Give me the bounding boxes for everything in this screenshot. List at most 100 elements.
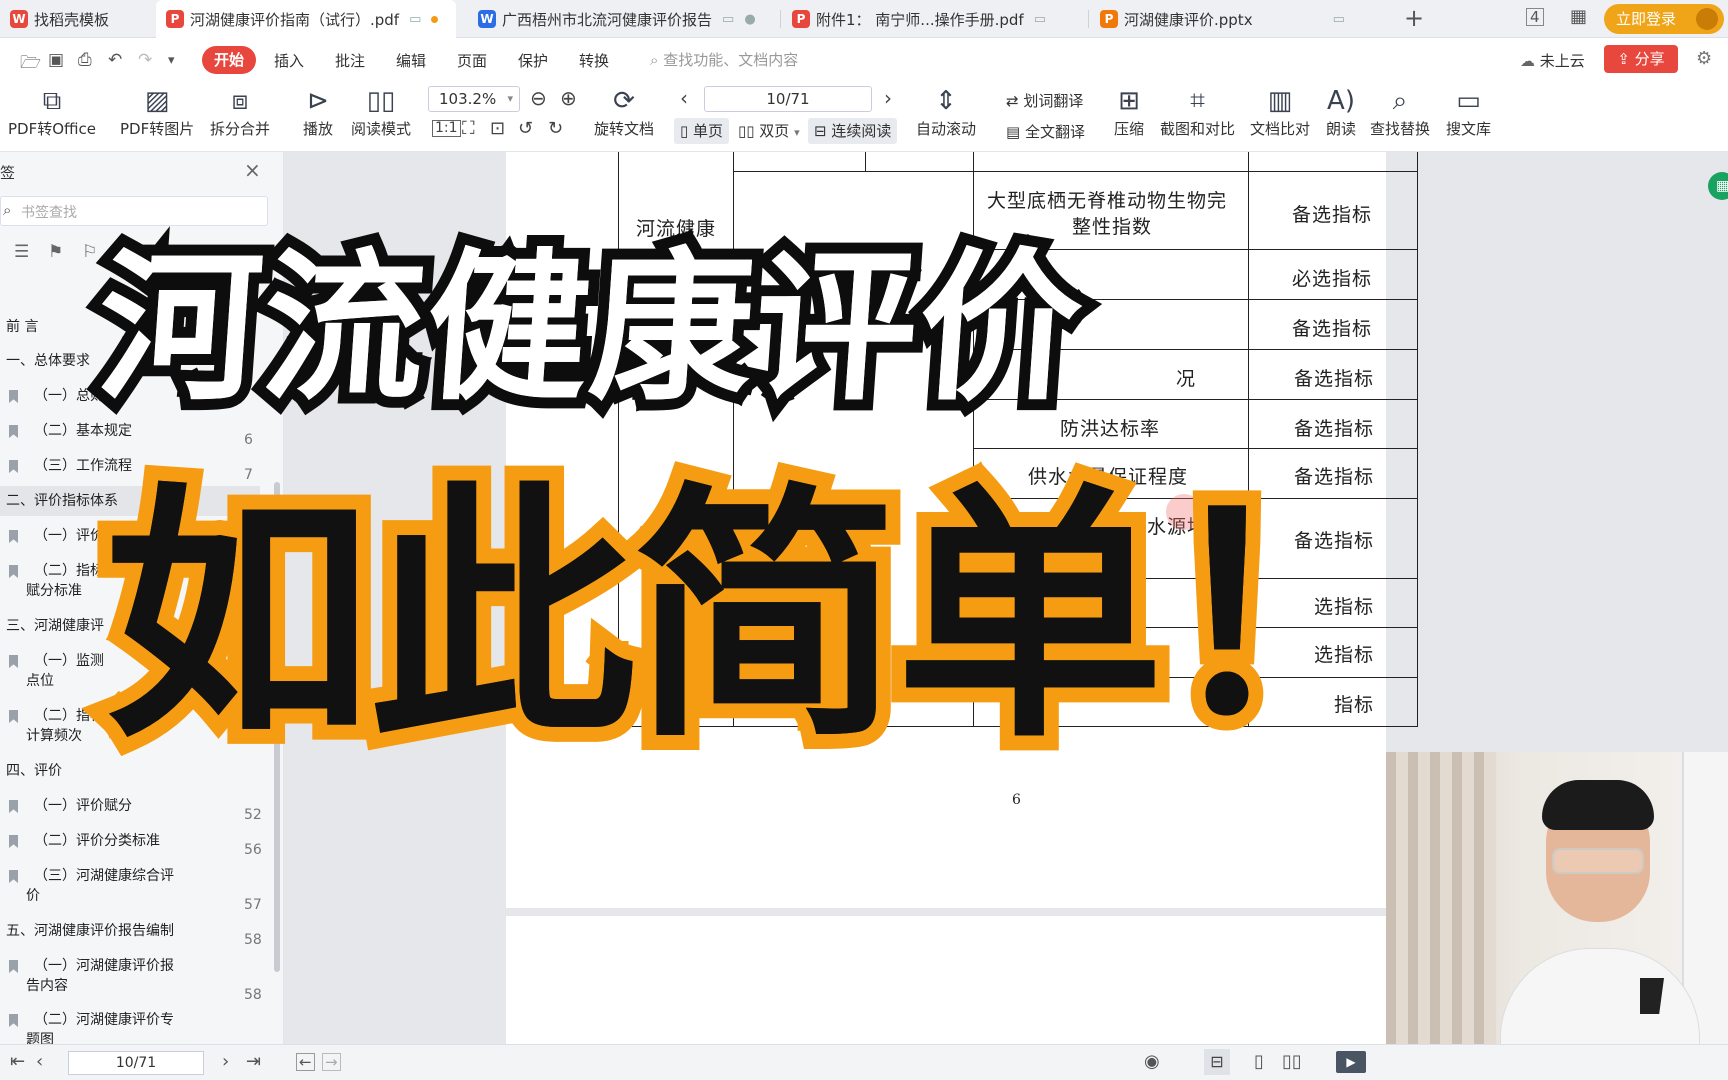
library-icon: ▭ [1456, 86, 1481, 116]
zoom-out-icon[interactable]: ⊖ [530, 86, 547, 110]
split-merge-button[interactable]: ⧈ 拆分合并 [210, 84, 270, 139]
play-icon[interactable]: ▶ [1336, 1051, 1366, 1073]
bookmark-item[interactable]: （二）指标 [34, 562, 104, 581]
window-count-icon[interactable]: 4 [1526, 8, 1544, 26]
open-folder-icon[interactable]: 🗁 [20, 50, 41, 79]
search-function[interactable]: ⌕ 查找功能、文档内容 [650, 49, 798, 70]
bookmark-item-line2[interactable]: 计算频次 [26, 727, 82, 746]
bookmark-add-icon[interactable]: ⚑ [48, 242, 63, 262]
menu-protect[interactable]: 保护 [518, 50, 548, 71]
word-translate-button[interactable]: ⇄ 划词翻译 [1006, 90, 1083, 111]
single-page-button[interactable]: ▯ 单页 [674, 118, 730, 144]
find-replace-button[interactable]: ⌕ 查找替换 [1370, 84, 1430, 139]
redo-icon[interactable]: ↷ [138, 50, 152, 70]
bookmark-item[interactable]: （一）河湖健康评价报 [34, 957, 174, 976]
print-icon[interactable]: ⎙ [78, 50, 92, 70]
search-library-button[interactable]: ▭ 搜文库 [1446, 84, 1491, 139]
play-button[interactable]: ⊳ 播放 [303, 84, 333, 139]
new-tab-icon[interactable]: + [1404, 4, 1424, 32]
menu-annotate[interactable]: 批注 [335, 50, 365, 71]
zoom-select[interactable]: 103.2% ▾ [428, 86, 520, 112]
bookmark-item[interactable]: 五、河湖健康评价报告编制 [6, 922, 174, 941]
prev-page-icon[interactable]: ‹ [36, 1051, 43, 1072]
tab-template[interactable]: W 找稻壳模板 [0, 0, 150, 38]
prev-page-icon[interactable]: ‹ [680, 86, 688, 110]
next-page-icon[interactable]: › [222, 1051, 229, 1072]
status-page-input[interactable]: 10/71 [68, 1051, 204, 1075]
rotate-left-icon[interactable]: ↺ [518, 118, 533, 139]
bookmark-item[interactable]: （一）评价赋分 [34, 797, 132, 816]
rotate-doc-button[interactable]: ⟳ 旋转文档 [594, 84, 654, 139]
forward-icon[interactable]: → [322, 1053, 341, 1071]
bookmark-item[interactable]: 三、河湖健康评 [6, 617, 104, 636]
close-icon[interactable]: × [244, 158, 261, 182]
bookmark-item-line2[interactable]: 赋分标准 [26, 582, 82, 601]
auto-scroll-button[interactable]: ⇕ 自动滚动 [916, 84, 976, 139]
cloud-status[interactable]: ☁ 未上云 [1520, 50, 1585, 71]
bookmark-item[interactable]: 前 言 [6, 318, 38, 337]
continuous-view-icon[interactable]: ⊟ [1204, 1049, 1230, 1075]
rotate-right-icon[interactable]: ↻ [548, 118, 563, 139]
grid-icon[interactable]: ▦ [1570, 6, 1587, 27]
back-icon[interactable]: ← [296, 1053, 315, 1071]
bookmark-item[interactable]: 一、总体要求 [6, 352, 90, 371]
webcam-feed [1386, 752, 1728, 1044]
next-page-icon[interactable]: › [884, 86, 892, 110]
indicator-cell: 况 [1176, 368, 1197, 390]
bookmark-item-line2[interactable]: 价 [26, 887, 40, 906]
continuous-read-button[interactable]: ⊟ 连续阅读 [808, 118, 898, 144]
outline-icon[interactable]: ☰ [14, 242, 29, 262]
tab-active-pdf[interactable]: P 河湖健康评价指南（试行）.pdf ▭ [156, 0, 456, 38]
pdf-to-image-button[interactable]: ▨ PDF转图片 [120, 84, 194, 139]
compress-button[interactable]: ⊞ 压缩 [1114, 84, 1144, 139]
full-translate-button[interactable]: ▤ 全文翻译 [1006, 121, 1085, 142]
more-dropdown-icon[interactable]: ▾ [168, 53, 175, 68]
bookmark-item[interactable]: 二、评价指标体系 [6, 492, 118, 511]
bookmark-item[interactable]: （一）监测 [34, 652, 104, 671]
menu-convert[interactable]: 转换 [579, 50, 609, 71]
bookmark-item[interactable]: （二）评价分类标准 [34, 832, 160, 851]
share-button[interactable]: ⇪ 分享 [1604, 45, 1678, 73]
read-aloud-button[interactable]: A) 朗读 [1326, 84, 1356, 139]
bookmark-item[interactable]: （三）河湖健康综合评 [34, 867, 174, 886]
bookmark-item[interactable]: 四、评价 [6, 762, 62, 781]
last-page-icon[interactable]: ⇥ [246, 1051, 261, 1072]
bookmark-item[interactable]: （二）河湖健康评价专 [34, 1011, 174, 1030]
bookmark-item-line2[interactable]: 告内容 [26, 977, 68, 996]
tab-pptx[interactable]: P 河湖健康评价.pptx ▭ [1090, 0, 1360, 38]
compress-icon: ⊞ [1118, 86, 1140, 116]
tool-label: 搜文库 [1446, 120, 1492, 138]
menu-edit[interactable]: 编辑 [396, 50, 426, 71]
menu-start[interactable]: 开始 [202, 46, 256, 74]
zoom-in-icon[interactable]: ⊕ [560, 86, 577, 110]
tab-report[interactable]: W 广西梧州市北流河健康评价报告 ▭ ● [468, 0, 774, 38]
save-icon[interactable]: ▣ [48, 50, 64, 70]
sheet-widget-icon[interactable]: ▦ [1708, 172, 1728, 200]
undo-icon[interactable]: ↶ [108, 50, 122, 70]
bookmark-item-line2[interactable]: 点位 [26, 672, 54, 691]
login-button[interactable]: 立即登录 [1604, 4, 1724, 34]
fit-width-icon[interactable]: ⊡ [490, 118, 505, 139]
first-page-icon[interactable]: ⇤ [10, 1051, 25, 1072]
menu-insert[interactable]: 插入 [274, 50, 304, 71]
doc-compare-button[interactable]: ▥ 文档比对 [1250, 84, 1310, 139]
tab-bar: W 找稻壳模板 P 河湖健康评价指南（试行）.pdf ▭ W 广西梧州市北流河健… [0, 0, 1728, 38]
magnifier-icon: ⌕ [1392, 86, 1408, 116]
single-view-icon[interactable]: ▯ [1254, 1051, 1264, 1072]
menu-page[interactable]: 页面 [457, 50, 487, 71]
tool-label: 自动滚动 [916, 120, 977, 138]
screenshot-compare-button[interactable]: ⌗ 截图和对比 [1160, 84, 1235, 139]
bookmark-icon[interactable]: ⚐ [82, 242, 97, 262]
single-page-icon: ▯ [680, 122, 689, 140]
double-view-icon[interactable]: ▯▯ [1282, 1051, 1302, 1072]
tool-label: 压缩 [1114, 120, 1145, 138]
fit-page-icon[interactable]: ⛶ [462, 118, 475, 139]
eye-protect-icon[interactable]: ◉ [1144, 1051, 1160, 1072]
settings-icon[interactable]: ⚙ [1696, 48, 1712, 69]
double-page-button[interactable]: ▯▯ 双页 ▾ [738, 118, 800, 144]
actual-size-icon[interactable]: 1:1 [432, 120, 461, 137]
tab-manual[interactable]: P 附件1： 南宁师...操作手册.pdf ▭ [782, 0, 1082, 38]
read-mode-button[interactable]: ▯▯ 阅读模式 [351, 84, 411, 139]
page-input[interactable]: 10/71 [704, 86, 872, 112]
pdf-to-office-button[interactable]: ⧉ PDF转Office [8, 84, 96, 139]
